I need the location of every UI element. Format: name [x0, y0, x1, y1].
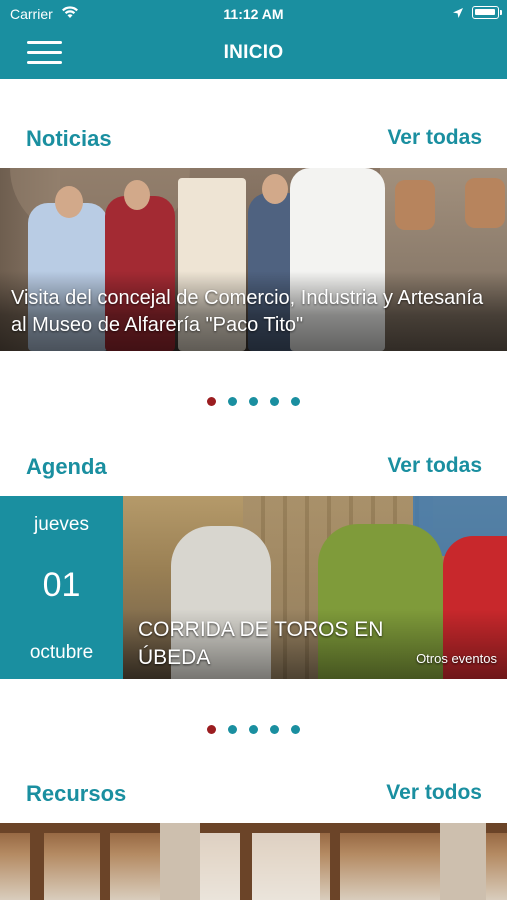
nav-bar: INICIO [0, 28, 507, 79]
carousel-dot[interactable] [249, 725, 258, 734]
carousel-dot[interactable] [228, 397, 237, 406]
event-month: octubre [29, 642, 94, 663]
resource-image-pillar [160, 823, 200, 900]
resource-card[interactable] [0, 823, 507, 900]
location-arrow-icon [453, 8, 463, 18]
battery-icon [472, 6, 499, 19]
carousel-dot[interactable] [207, 397, 216, 406]
event-title: CORRIDA DE TOROS EN ÚBEDA [138, 618, 384, 669]
event-date-block: jueves 01 octubre [0, 496, 123, 679]
news-title: Visita del concejal de Comercio, Industr… [11, 287, 484, 336]
carousel-dot[interactable] [207, 725, 216, 734]
page-title: INICIO [223, 42, 284, 63]
news-carousel-dots [0, 393, 507, 406]
agenda-section-title: Agenda [26, 454, 107, 479]
event-weekday: jueves [34, 514, 89, 535]
carousel-dot[interactable] [228, 725, 237, 734]
carousel-dot[interactable] [270, 397, 279, 406]
agenda-see-all-link[interactable]: Ver todas [387, 454, 482, 478]
clock: 11:12 AM [223, 6, 284, 22]
status-bar: Carrier 11:12 AM [0, 0, 507, 28]
other-events-link[interactable]: Otros eventos [416, 651, 497, 666]
event-day: 01 [42, 566, 81, 604]
resources-see-all-link[interactable]: Ver todos [386, 781, 482, 805]
resources-section-header: Recursos Ver todos [0, 781, 507, 811]
carousel-dot[interactable] [291, 725, 300, 734]
news-see-all-link[interactable]: Ver todas [387, 126, 482, 150]
carousel-dot[interactable] [270, 725, 279, 734]
carousel-dot[interactable] [291, 397, 300, 406]
battery-tip [500, 10, 502, 15]
agenda-carousel-dots [0, 721, 507, 734]
news-section-header: Noticias Ver todas [0, 126, 507, 156]
resources-section-title: Recursos [26, 781, 127, 806]
agenda-section-header: Agenda Ver todas [0, 454, 507, 484]
news-carousel-card[interactable]: Visita del concejal de Comercio, Industr… [0, 168, 507, 351]
news-section-title: Noticias [26, 126, 112, 151]
carousel-dot[interactable] [249, 397, 258, 406]
